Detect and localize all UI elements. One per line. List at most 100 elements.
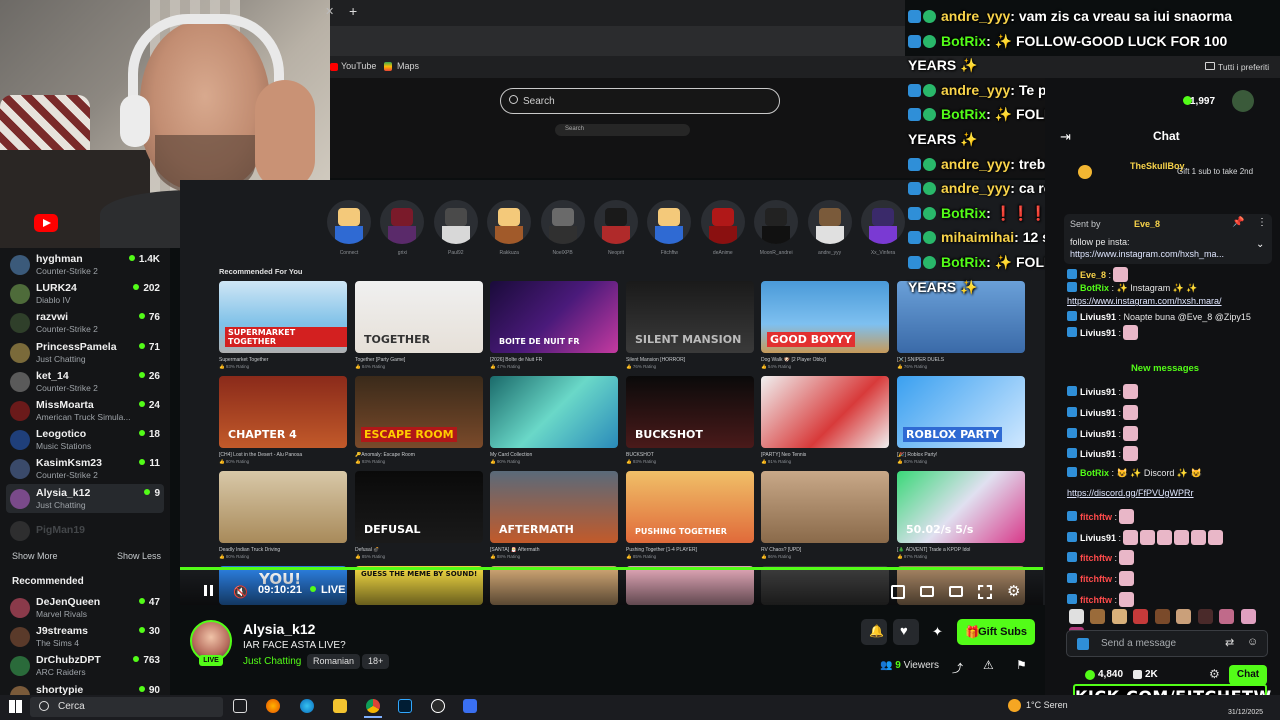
bookmark-maps[interactable]: Maps (397, 61, 419, 71)
chat-username[interactable]: Livius91 (1080, 408, 1116, 418)
stream-category[interactable]: Just Chatting (243, 656, 301, 667)
chat-link[interactable]: https://discord.gg/FfPVUgWPRr (1067, 488, 1194, 498)
roblox-game-tile[interactable]: ESCAPE ROOM (355, 376, 483, 448)
roblox-friend-avatar[interactable] (700, 200, 745, 244)
roblox-game-tile[interactable]: SILENT MANSION (626, 281, 754, 353)
roblox-game-tile[interactable] (490, 376, 618, 448)
emote[interactable] (1111, 609, 1127, 624)
emote[interactable] (1176, 609, 1192, 624)
emote[interactable] (1197, 609, 1213, 624)
emote[interactable] (1154, 609, 1170, 624)
roblox-game-tile[interactable]: CHAPTER 4 (219, 376, 347, 448)
emote[interactable] (1219, 609, 1235, 624)
roblox-search-input[interactable]: Search (500, 88, 780, 114)
chat-send-button[interactable]: Chat (1229, 665, 1267, 685)
roblox-game-tile[interactable]: AFTERMATH (490, 471, 618, 543)
emote[interactable] (1133, 609, 1149, 624)
windows-start-icon[interactable] (9, 700, 22, 713)
emote[interactable] (1069, 609, 1084, 624)
roblox-game-tile[interactable]: PUSHING TOGETHER (626, 471, 754, 543)
roblox-friend-avatar[interactable] (433, 200, 478, 244)
theater-mode-icon[interactable] (949, 586, 963, 597)
task-view-icon[interactable] (233, 699, 247, 713)
sidebar-channel-hyghman[interactable]: hyghman Counter-Strike 2 1.4K (6, 250, 164, 279)
sidebar-channel-leogotico[interactable]: Leogotico Music Stations 18 (6, 425, 164, 454)
weather-widget[interactable]: 1°C Seren (1026, 700, 1068, 710)
recommended-channel-j9streams[interactable]: J9streams The Sims 4 30 (6, 622, 164, 651)
chat-settings-icon[interactable]: ⚙ (1209, 667, 1220, 681)
roblox-game-tile[interactable]: BUCKSHOT (626, 376, 754, 448)
translate-icon[interactable]: ⇄ (1225, 636, 1234, 649)
notification-bell-button[interactable]: 🔔 (861, 619, 887, 645)
photoshop-icon[interactable] (398, 699, 412, 713)
edge-icon[interactable] (300, 699, 314, 713)
new-tab-icon[interactable]: + (349, 3, 357, 19)
sparkle-icon[interactable]: ✦ (932, 624, 943, 640)
user-avatar[interactable] (1232, 90, 1254, 112)
file-explorer-icon[interactable] (333, 699, 347, 713)
tab-close-icon[interactable]: ✕ (325, 5, 334, 18)
chrome-icon[interactable] (366, 699, 380, 713)
gift-subs-button[interactable]: 🎁 Gift Subs (957, 619, 1035, 645)
chat-message-input[interactable]: Send a message ⇄ ☺ (1066, 630, 1268, 657)
emote[interactable] (1240, 609, 1256, 624)
new-messages-divider[interactable]: New messages (1100, 363, 1230, 374)
roblox-game-tile[interactable]: GOOD BOYYY (761, 281, 889, 353)
chat-username[interactable]: fitchftw (1080, 553, 1112, 563)
roblox-game-tile[interactable]: BOITE DE NUIT FR (490, 281, 618, 353)
roblox-friend-avatar[interactable] (327, 200, 371, 244)
mute-icon[interactable]: 🔇 (233, 585, 248, 599)
recommended-channel-dejenqueen[interactable]: DeJenQueen Marvel Rivals 47 (6, 593, 164, 622)
chat-username[interactable]: Livius91 (1080, 312, 1116, 322)
roblox-friend-avatar[interactable] (861, 200, 905, 244)
chat-username[interactable]: fitchftw (1080, 595, 1112, 605)
sidebar-channel-razvwi[interactable]: razvwi Counter-Strike 2 76 (6, 308, 164, 337)
bookmark-youtube[interactable]: YouTube (341, 61, 376, 71)
kicks-balance[interactable]: 2K (1145, 669, 1158, 680)
miniplayer-icon[interactable] (891, 585, 905, 599)
sidebar-channel-princesspamela[interactable]: PrincessPamela Just Chatting 71 (6, 338, 164, 367)
chat-username[interactable]: Livius91 (1080, 533, 1116, 543)
roblox-game-tile[interactable] (761, 471, 889, 543)
more-options-icon[interactable]: ⚑ (1016, 658, 1027, 672)
emote[interactable] (1090, 609, 1106, 624)
show-more-link[interactable]: Show More (12, 551, 58, 561)
chat-username[interactable]: Livius91 (1080, 328, 1116, 338)
app-icon[interactable] (463, 699, 477, 713)
roblox-game-tile[interactable]: ROBLOX PARTY (897, 376, 1025, 448)
roblox-game-tile[interactable]: 50.02/s 5/s (897, 471, 1025, 543)
roblox-game-tile[interactable] (219, 471, 347, 543)
share-icon[interactable]: ⤴ (952, 660, 963, 676)
emoji-icon[interactable]: ☺ (1247, 636, 1258, 648)
roblox-friend-avatar[interactable] (754, 200, 799, 244)
sidebar-channel-missmoarta[interactable]: MissMoarta American Truck Simula... 24 (6, 396, 164, 425)
roblox-friend-avatar[interactable] (594, 200, 638, 244)
taskbar-search[interactable]: Cerca (30, 697, 223, 717)
firefox-icon[interactable] (266, 699, 280, 713)
report-icon[interactable]: ⚠ (983, 658, 994, 672)
chat-username[interactable]: Livius91 (1080, 429, 1116, 439)
clip-icon[interactable] (920, 586, 934, 597)
obs-icon[interactable] (431, 699, 445, 713)
chat-username[interactable]: BotRix (1080, 283, 1109, 293)
settings-gear-icon[interactable]: ⚙ (1007, 582, 1020, 600)
chat-username[interactable]: BotRix (1080, 468, 1109, 478)
pinned-link[interactable]: https://www.instagram.com/hxsh_ma... (1070, 249, 1224, 259)
pinned-more-icon[interactable]: ⋮ (1257, 217, 1267, 228)
tag-mature[interactable]: 18+ (362, 654, 390, 669)
all-bookmarks-link[interactable]: Tutti i preferiti (1218, 62, 1269, 72)
chat-username[interactable]: Eve_8 (1080, 270, 1106, 280)
roblox-game-tile[interactable]: DEFUSAL (355, 471, 483, 543)
tag-language[interactable]: Romanian (307, 654, 361, 669)
chat-username[interactable]: Livius91 (1080, 449, 1116, 459)
chat-link[interactable]: https://www.instagram.com/hxsh.mara/ (1067, 296, 1222, 306)
sidebar-channel-kasimksm23[interactable]: KasimKsm23 Counter-Strike 2 11 (6, 454, 164, 483)
sidebar-channel-ket_14[interactable]: ket_14 Counter-Strike 2 26 (6, 367, 164, 396)
offline-channel[interactable]: PigMan19 (6, 516, 164, 545)
roblox-game-tile[interactable]: TOGETHER (355, 281, 483, 353)
pinned-sender[interactable]: Eve_8 (1134, 219, 1160, 229)
roblox-friend-avatar[interactable] (540, 200, 585, 244)
chat-username[interactable]: Livius91 (1080, 387, 1116, 397)
sidebar-channel-alysia_k12[interactable]: Alysia_k12 Just Chatting 9 (6, 483, 164, 513)
roblox-game-tile[interactable]: SUPERMARKET TOGETHER (219, 281, 347, 353)
